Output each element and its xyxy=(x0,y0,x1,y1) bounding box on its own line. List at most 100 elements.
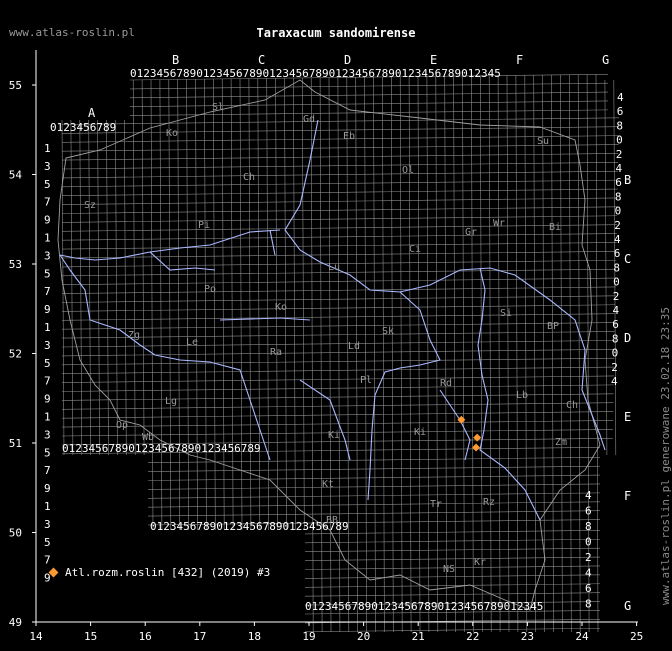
river-line xyxy=(299,379,351,461)
region-label: Si xyxy=(500,308,512,319)
grid-digit-left: 5 xyxy=(44,178,51,191)
grid-digit-right: 8 xyxy=(615,190,622,203)
x-tick-label: 21 xyxy=(412,630,425,643)
river-line xyxy=(269,229,276,256)
region-label: Sl xyxy=(212,102,224,113)
region-label: Kr xyxy=(474,557,486,568)
x-tick-label: 16 xyxy=(139,630,152,643)
map-title: Taraxacum sandomirense xyxy=(256,26,416,40)
grid-digit-right: 8 xyxy=(585,520,592,533)
grid-digit-right: 8 xyxy=(616,119,623,132)
rivers xyxy=(59,119,606,521)
region-label: Zm xyxy=(555,437,567,448)
x-tick-label: 22 xyxy=(466,630,479,643)
region-label: Tr xyxy=(430,499,442,510)
grid-letter-right: E xyxy=(624,410,631,424)
region-label: Sk xyxy=(382,326,394,337)
legend: Atl.rozm.roslin [432] (2019) #3 xyxy=(48,566,271,579)
region-label: Ko xyxy=(275,302,287,313)
grid-digit-right: 6 xyxy=(585,505,592,518)
grid-digit-left: 3 xyxy=(44,249,51,262)
region-label: Ki xyxy=(414,427,426,438)
y-tick-label: 54 xyxy=(9,169,23,182)
grid-digit-right: 8 xyxy=(612,332,619,345)
grid-digits-bottom-3: 012345678901234567890123456789012345 xyxy=(305,600,543,613)
grid-digit-right: 6 xyxy=(615,176,622,189)
grid-digit-left: 7 xyxy=(44,554,51,567)
region-label: BP xyxy=(547,321,559,332)
map-page: 0123456789012345678901234567890123456789… xyxy=(0,0,672,651)
grid-digit-right: 2 xyxy=(616,148,623,161)
grid-digit-left: 9 xyxy=(44,482,51,495)
x-tick-label: 23 xyxy=(521,630,534,643)
grid-digit-right: 4 xyxy=(613,304,620,317)
grid-digit-left: 5 xyxy=(44,446,51,459)
grid-letter-right: C xyxy=(624,252,631,266)
region-label: Ch xyxy=(243,172,255,183)
x-tick-label: 20 xyxy=(357,630,370,643)
y-tick-label: 51 xyxy=(9,437,22,450)
grid-letter-right: D xyxy=(624,331,631,345)
grid-letter-left: A xyxy=(88,106,96,120)
x-tick-label: 24 xyxy=(575,630,589,643)
grid-digit-left: 1 xyxy=(44,232,51,245)
y-tick-label: 50 xyxy=(9,527,22,540)
y-tick-label: 55 xyxy=(9,79,22,92)
grid-digit-left: 7 xyxy=(44,464,51,477)
grid-digit-right: 2 xyxy=(613,290,620,303)
x-tick-label: 18 xyxy=(248,630,261,643)
region-label: Op xyxy=(116,420,128,431)
grid-digit-right: 2 xyxy=(614,219,621,232)
grid-digit-right: 0 xyxy=(616,134,623,147)
grid-digit-right: 4 xyxy=(611,375,618,388)
grid-digit-left: 1 xyxy=(44,321,51,334)
grid-letter-top: F xyxy=(516,53,523,67)
record-marker xyxy=(473,433,482,442)
region-label: BB xyxy=(326,515,338,526)
grid-digit-right: 6 xyxy=(617,105,624,118)
region-label: Ch xyxy=(566,400,578,411)
region-label: Ld xyxy=(348,341,360,352)
grid-digit-left: 9 xyxy=(44,303,51,316)
region-label: Po xyxy=(204,284,216,295)
grid-digit-right: 2 xyxy=(585,551,592,564)
legend-marker-icon xyxy=(48,567,59,578)
grid-digit-left: 3 xyxy=(44,339,51,352)
grid-digit-right: 0 xyxy=(613,276,620,289)
grid-digit-left: 7 xyxy=(44,375,51,388)
region-label: Eb xyxy=(343,131,355,142)
grid-digit-right: 4 xyxy=(585,567,592,580)
region-label: Bi xyxy=(549,222,561,233)
grid-letter-right: B xyxy=(624,173,631,187)
distribution-map: 0123456789012345678901234567890123456789… xyxy=(9,50,643,643)
region-label: Pl xyxy=(360,375,372,386)
region-label: Ki xyxy=(328,430,340,441)
region-labels: Sl Gd Eb Ko Su Ch Ol Pi Bi Ci Gr Wr Sz Ko Ra Po Ld Sk Lu Rd… xyxy=(84,102,578,575)
grid-digit-right: 0 xyxy=(612,347,619,360)
grid-digit-left: 9 xyxy=(44,214,51,227)
region-label: Pi xyxy=(198,220,210,231)
region-label: Su xyxy=(537,136,549,147)
records xyxy=(457,415,482,452)
grid-letter-top: D xyxy=(344,53,351,67)
grid-letter-top: G xyxy=(602,53,609,67)
grid-letter-top: E xyxy=(430,53,437,67)
grid-digit-right: 4 xyxy=(614,233,621,246)
x-tick-label: 25 xyxy=(630,630,643,643)
grid-digit-left: 1 xyxy=(44,142,51,155)
grid-letter-top: B xyxy=(172,53,179,67)
generated-note: www.atlas-roslin.pl generowane 23.02.18 … xyxy=(659,306,672,605)
y-tick-label: 53 xyxy=(9,258,22,271)
region-label: Sz xyxy=(84,200,96,211)
region-label: Ko xyxy=(166,128,178,139)
region-label: Rd xyxy=(440,378,452,389)
legend-label: Atl.rozm.roslin [432] (2019) #3 xyxy=(65,566,271,579)
grid-digit-left: 3 xyxy=(44,160,51,173)
grid-digit-right: 6 xyxy=(612,318,619,331)
grid-digit-left: 1 xyxy=(44,500,51,513)
region-label: Le xyxy=(186,337,198,348)
x-tick-label: 15 xyxy=(84,630,97,643)
grid-digit-right: 2 xyxy=(611,361,618,374)
grid-digit-left: 5 xyxy=(44,357,51,370)
x-tick-label: 14 xyxy=(29,630,43,643)
